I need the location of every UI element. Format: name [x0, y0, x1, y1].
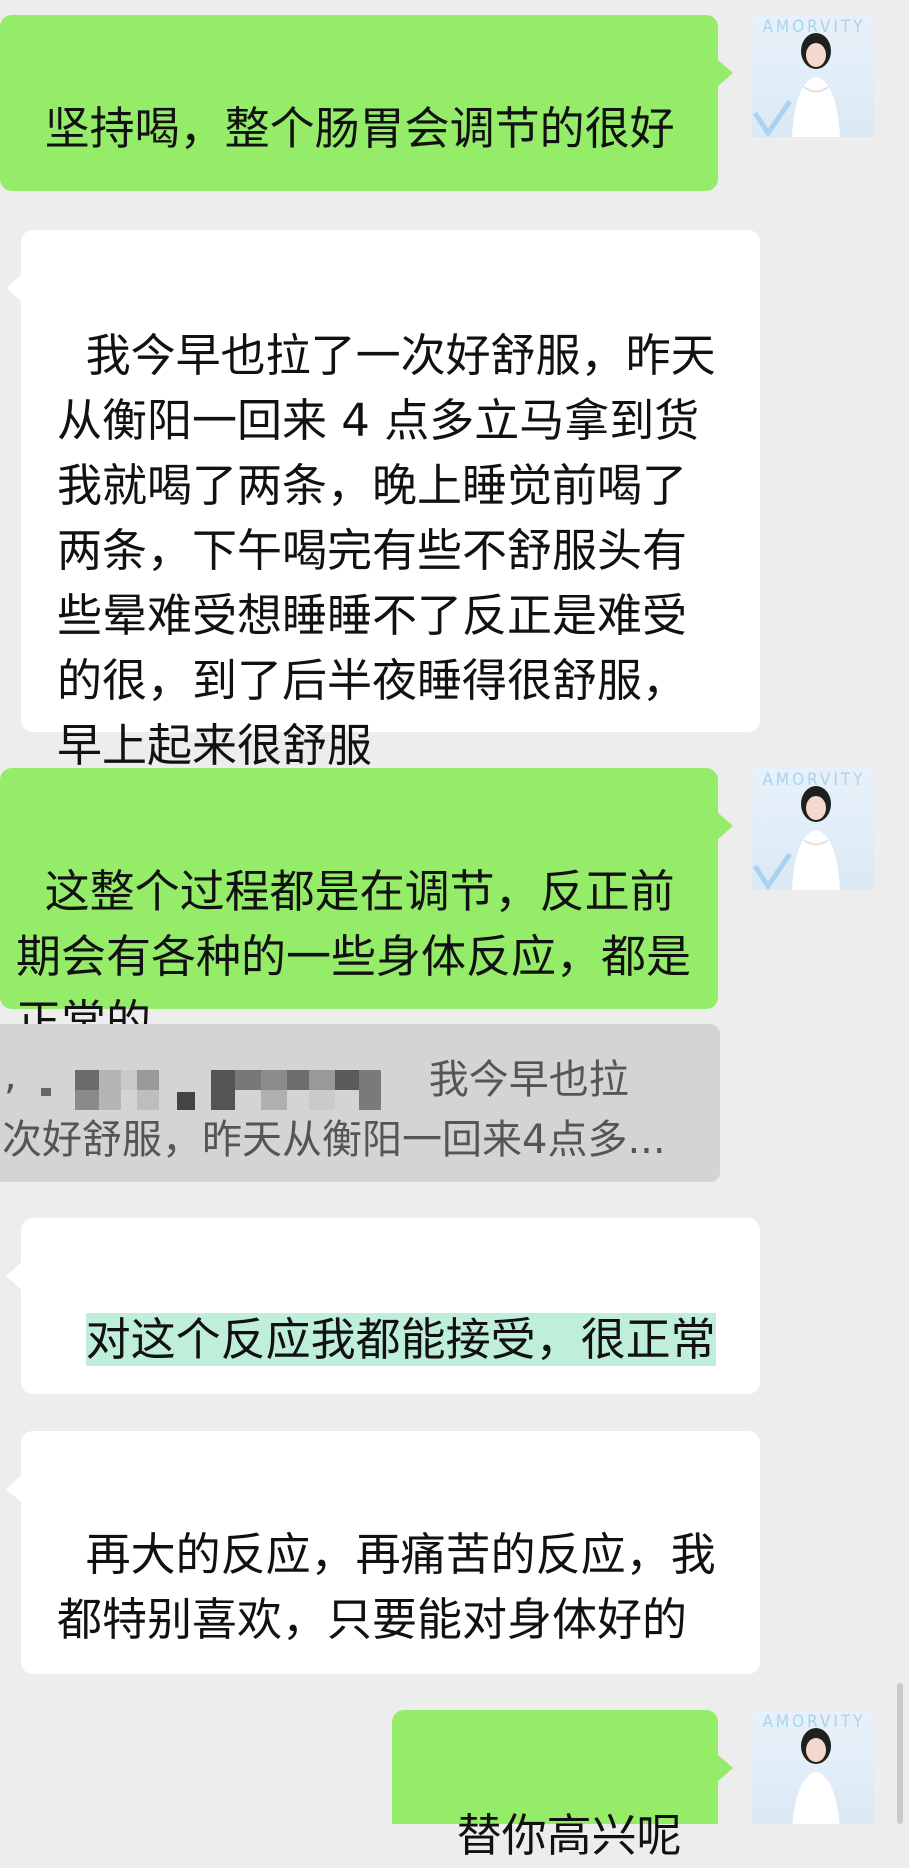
- checkmark-icon: [752, 852, 792, 890]
- quote-header: , 我今早也拉: [4, 1048, 629, 1110]
- sent-message-bubble[interactable]: 替你高兴呢: [392, 1710, 733, 1862]
- avatar-person-icon: [792, 1728, 840, 1824]
- pixelated-name: [40, 1065, 421, 1110]
- quoted-message[interactable]: , 我今早也拉 次好舒服，昨天从衡阳一回来4点多...: [0, 1024, 720, 1182]
- message-text: 我今早也拉了一次好舒服，昨天从衡阳一回来 4 点多立马拿到货我就喝了两条，晚上睡…: [57, 329, 716, 772]
- message-text: 坚持喝，整个肠胃会调节的很好: [44, 102, 675, 155]
- avatar-person-icon: [792, 786, 840, 890]
- quote-line2-text: 次好舒服，昨天从衡阳一回来4点多...: [2, 1117, 666, 1163]
- message-text: 替你高兴呢: [456, 1809, 682, 1862]
- avatar[interactable]: AMORVITY: [752, 1710, 874, 1824]
- avatar-person-icon: [792, 33, 840, 137]
- sent-message-bubble[interactable]: 这整个过程都是在调节，反正前期会有各种的一些身体反应，都是正常的: [0, 768, 733, 1048]
- message-text: 这整个过程都是在调节，反正前期会有各种的一些身体反应，都是正常的: [16, 865, 692, 1048]
- sent-message-bubble[interactable]: 坚持喝，整个肠胃会调节的很好: [0, 15, 733, 191]
- quote-line1-text: 我今早也拉: [428, 1057, 629, 1103]
- received-message-bubble[interactable]: 我今早也拉了一次好舒服，昨天从衡阳一回来 4 点多立马拿到货我就喝了两条，晚上睡…: [6, 230, 760, 772]
- message-text: 再大的反应，再痛苦的反应，我都特别喜欢，只要能对身体好的: [57, 1528, 716, 1646]
- checkmark-icon: [752, 99, 792, 137]
- scrollbar[interactable]: [897, 1683, 903, 1824]
- avatar[interactable]: AMORVITY: [752, 15, 874, 137]
- received-message-bubble[interactable]: 对这个反应我都能接受，很正常: [6, 1218, 760, 1394]
- received-message-bubble[interactable]: 再大的反应，再痛苦的反应，我都特别喜欢，只要能对身体好的: [6, 1431, 760, 1674]
- quote-prefix: ,: [4, 1053, 17, 1099]
- avatar[interactable]: AMORVITY: [752, 768, 874, 890]
- selected-message-text[interactable]: 对这个反应我都能接受，很正常: [85, 1313, 716, 1366]
